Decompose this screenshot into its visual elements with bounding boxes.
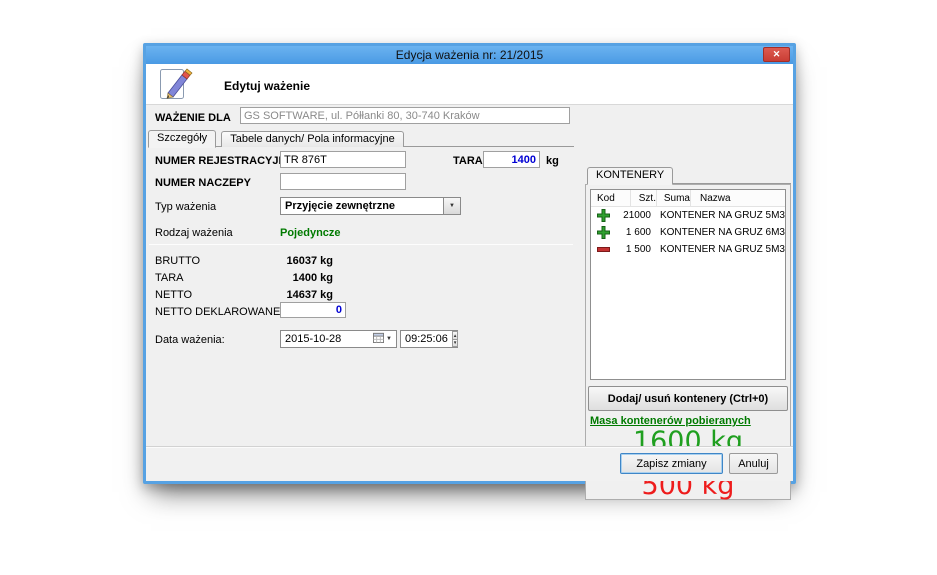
spinner-up-icon[interactable]: ▲	[452, 331, 458, 340]
cell-szt: 1	[617, 244, 632, 255]
cell-nazwa: KONTENER NA GRUZ 5M3	[651, 210, 785, 221]
rodzaj-wazenia-value: Pojedyncze	[280, 227, 341, 239]
add-remove-containers-button[interactable]: Dodaj/ usuń kontenery (Ctrl+0)	[588, 386, 788, 411]
cell-nazwa: KONTENER NA GRUZ 6M3	[651, 227, 785, 238]
kontenery-table-header: Kod Szt. Suma Nazwa	[591, 190, 785, 207]
time-value: 09:25:06	[401, 333, 452, 345]
typ-wazenia-value: Przyjęcie zewnętrzne	[281, 198, 443, 214]
brutto-label: BRUTTO	[155, 255, 200, 267]
col-szt: Szt.	[631, 190, 657, 206]
wazenie-dla-field[interactable]	[240, 107, 570, 124]
typ-wazenia-combobox[interactable]: Przyjęcie zewnętrzne ▼	[280, 197, 461, 215]
time-spinner[interactable]: ▲ ▼	[452, 331, 458, 347]
tara-field[interactable]	[483, 151, 540, 168]
edit-pencil-icon	[159, 68, 195, 104]
combo-dropdown-button[interactable]: ▼	[443, 198, 460, 214]
window-title: Edycja ważenia nr: 21/2015	[396, 48, 543, 62]
tab-kontenery-label: KONTENERY	[596, 169, 664, 181]
dialog-header: Edytuj ważenie	[146, 64, 793, 105]
separator	[149, 244, 573, 245]
spinner-down-icon[interactable]: ▼	[452, 340, 458, 348]
netto-value: 14637 kg	[246, 289, 333, 301]
date-dropdown-button[interactable]: ▼	[371, 332, 396, 346]
calendar-icon	[373, 332, 384, 346]
tab-szczegoly[interactable]: Szczegóły	[148, 130, 216, 148]
left-tabstrip: Szczegóły Tabele danych/ Pola informacyj…	[148, 130, 574, 147]
table-row[interactable]: 1 500 KONTENER NA GRUZ 5M3	[591, 241, 785, 258]
cell-suma: 1000	[629, 210, 651, 221]
tara-row-label: TARA	[155, 272, 184, 284]
numer-naczepy-label: NUMER NACZEPY	[155, 177, 251, 189]
netto-label: NETTO	[155, 289, 192, 301]
tab-tabele-danych-label: Tabele danych/ Pola informacyjne	[230, 133, 394, 145]
cell-suma: 600	[631, 227, 651, 238]
tara-input-label: TARA	[453, 155, 483, 167]
close-icon: ✕	[773, 49, 781, 60]
cell-suma: 500	[631, 244, 651, 255]
dialog-footer: Zapisz zmiany Anuluj	[146, 446, 793, 481]
cell-szt: 2	[615, 210, 629, 221]
close-button[interactable]: ✕	[763, 47, 790, 62]
col-kod: Kod	[591, 190, 631, 206]
dialog-body: WAŻENIE DLA Szczegóły Tabele danych/ Pol…	[146, 105, 793, 446]
typ-wazenia-label: Typ ważenia	[155, 201, 216, 213]
date-value: 2015-10-28	[281, 333, 371, 345]
save-button[interactable]: Zapisz zmiany	[620, 453, 723, 474]
kod-icon	[597, 244, 610, 255]
col-suma: Suma	[657, 190, 691, 206]
chevron-down-icon: ▼	[449, 203, 455, 209]
col-nazwa: Nazwa	[691, 190, 785, 206]
table-row[interactable]: 1 600 KONTENER NA GRUZ 6M3	[591, 224, 785, 241]
kod-icon	[597, 227, 610, 238]
wazenie-dla-label: WAŻENIE DLA	[155, 112, 231, 124]
numer-naczepy-field[interactable]	[280, 173, 406, 190]
cancel-button[interactable]: Anuluj	[729, 453, 778, 474]
netto-deklarowane-field[interactable]	[280, 302, 346, 318]
numer-rejestracyjny-field[interactable]	[280, 151, 406, 168]
titlebar[interactable]: Edycja ważenia nr: 21/2015 ✕	[146, 46, 793, 64]
numer-rejestracyjny-label: NUMER REJESTRACYJNY	[155, 155, 294, 167]
tab-kontenery[interactable]: KONTENERY	[587, 167, 673, 185]
chevron-down-icon: ▼	[386, 336, 392, 342]
kod-icon	[597, 210, 610, 221]
tara-row-value: 1400 kg	[246, 272, 333, 284]
date-picker[interactable]: 2015-10-28 ▼	[280, 330, 397, 348]
data-wazenia-label: Data ważenia:	[155, 334, 225, 346]
edit-weighing-dialog: Edycja ważenia nr: 21/2015 ✕ Edytuj waże…	[143, 43, 796, 484]
cell-nazwa: KONTENER NA GRUZ 5M3	[651, 244, 785, 255]
netto-deklarowane-label: NETTO DEKLAROWANE	[155, 306, 280, 318]
time-picker[interactable]: 09:25:06 ▲ ▼	[400, 330, 458, 348]
tara-unit-label: kg	[546, 155, 559, 167]
cell-szt: 1	[617, 227, 632, 238]
tab-tabele-danych[interactable]: Tabele danych/ Pola informacyjne	[221, 131, 403, 147]
kontenery-tabstrip: KONTENERY	[587, 167, 791, 184]
rodzaj-wazenia-label: Rodzaj ważenia	[155, 227, 233, 239]
dialog-title: Edytuj ważenie	[224, 79, 310, 93]
table-row[interactable]: 2 1000 KONTENER NA GRUZ 5M3	[591, 207, 785, 224]
brutto-value: 16037 kg	[246, 255, 333, 267]
tab-szczegoly-label: Szczegóły	[157, 132, 207, 144]
kontenery-table: Kod Szt. Suma Nazwa 2 1000 KONTENER NA G…	[590, 189, 786, 380]
